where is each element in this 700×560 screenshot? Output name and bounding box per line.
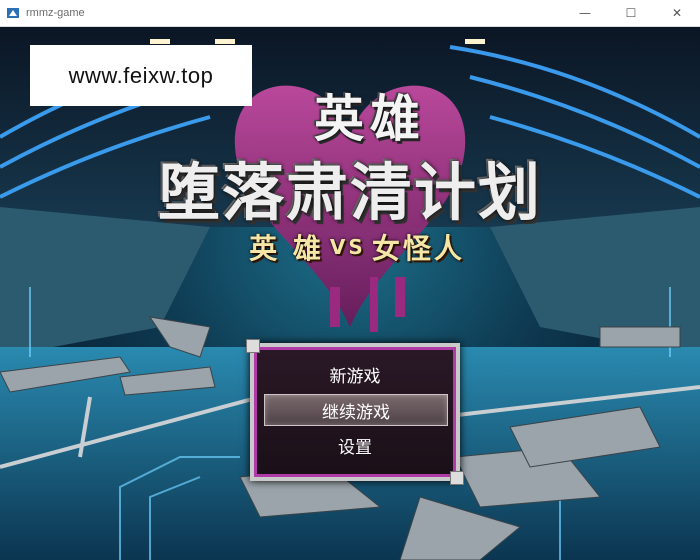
menu-item-new-game[interactable]: 新游戏 bbox=[264, 359, 446, 389]
watermark-text: www.feixw.top bbox=[68, 62, 214, 88]
subtitle-right: 女怪人 bbox=[371, 232, 465, 265]
menu-item-settings[interactable]: 设置 bbox=[264, 430, 446, 460]
game-window: rmmz-game — ☐ ✕ www.feixw.top 英雄 堕落肃清计划 … bbox=[0, 0, 700, 560]
subtitle-left: 英 雄 bbox=[249, 232, 324, 265]
game-title-line1: 英雄 bbox=[314, 90, 426, 148]
close-button[interactable]: ✕ bbox=[654, 0, 700, 26]
window-title: rmmz-game bbox=[26, 7, 85, 19]
title-menu: 新游戏 继续游戏 设置 bbox=[246, 339, 464, 485]
watermark-box: www.feixw.top bbox=[30, 45, 252, 106]
title-screen: www.feixw.top 英雄 堕落肃清计划 英 雄 VS 女怪人 新游戏 继… bbox=[0, 27, 700, 560]
game-title-line2: 堕落肃清计划 bbox=[157, 156, 542, 229]
menu-item-continue[interactable]: 继续游戏 bbox=[264, 394, 448, 426]
title-bar: rmmz-game — ☐ ✕ bbox=[0, 0, 700, 27]
subtitle-vs: VS bbox=[329, 235, 366, 259]
window-controls: — ☐ ✕ bbox=[562, 0, 700, 26]
maximize-button[interactable]: ☐ bbox=[608, 0, 654, 26]
game-subtitle: 英 雄 VS 女怪人 bbox=[222, 225, 492, 269]
minimize-button[interactable]: — bbox=[562, 0, 608, 26]
app-icon bbox=[6, 6, 20, 20]
